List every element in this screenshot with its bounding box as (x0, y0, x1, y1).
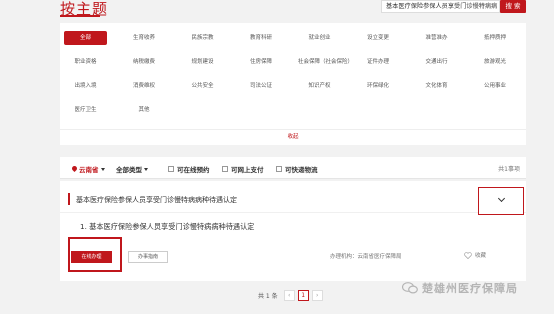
sub-item-title[interactable]: 1. 基本医疗保险参保人员享受门诊慢特病病种待遇认定 (80, 222, 254, 232)
online-booking-checkbox[interactable] (168, 166, 174, 172)
category-button[interactable]: 规划建设 (181, 55, 224, 69)
org-label: 办理机构： (330, 254, 358, 260)
category-button[interactable]: 旅游观光 (473, 55, 517, 69)
online-booking-filter[interactable]: 可在线预约 (168, 164, 210, 174)
category-button[interactable]: 社会保障（社会保险） (298, 55, 353, 69)
category-button[interactable]: 公用事业 (473, 79, 517, 93)
heart-icon (464, 251, 472, 259)
title-underline (60, 15, 100, 17)
watermark: 楚雄州医疗保障局 (402, 280, 518, 296)
result-card: 基本医疗保险参保人员享受门诊慢特病病种待遇认定 1. 基本医疗保险参保人员享受门… (60, 181, 526, 281)
expand-button[interactable] (478, 187, 524, 215)
region-label: 云南省 (79, 166, 99, 174)
filter-bar: 云南省 全部类型 可在线预约 可网上支付 可快递物流 共1事项 (60, 157, 526, 179)
region-selector[interactable]: 云南省 (72, 164, 105, 174)
category-button[interactable]: 证件办理 (356, 55, 400, 69)
category-button[interactable]: 抵押质押 (473, 31, 517, 45)
type-selector[interactable]: 全部类型 (116, 164, 148, 174)
category-button[interactable]: 准营准办 (415, 31, 458, 45)
category-button[interactable]: 出境入境 (64, 79, 107, 93)
category-button[interactable]: 医疗卫生 (64, 103, 107, 117)
wechat-icon (402, 282, 418, 294)
item-title[interactable]: 基本医疗保险参保人员享受门诊慢特病病种待遇认定 (76, 195, 237, 205)
org-value: 云南省医疗保障局 (357, 254, 402, 260)
watermark-text: 楚雄州医疗保障局 (422, 282, 518, 295)
prev-page-button[interactable]: ‹ (283, 289, 295, 301)
search-input[interactable]: 基本医疗保险参保人员享受门诊慢特病病 (381, 0, 500, 13)
pagination-total: 共 1 条 (258, 292, 278, 300)
category-button[interactable]: 消费维权 (122, 79, 166, 93)
search-button[interactable]: 搜 索 (500, 0, 526, 13)
page-button-current[interactable]: 1 (297, 289, 309, 301)
category-button[interactable]: 公共安全 (181, 79, 224, 93)
online-pay-checkbox[interactable] (222, 166, 228, 172)
collapse-link[interactable]: 收起 (60, 129, 526, 143)
favorite-button[interactable]: 收藏 (464, 251, 486, 259)
category-button[interactable]: 职业资格 (64, 55, 107, 69)
result-count: 共1事项 (498, 166, 520, 173)
category-button[interactable]: 生育收养 (122, 31, 166, 45)
type-label: 全部类型 (116, 166, 142, 174)
category-button[interactable]: 交通出行 (415, 55, 458, 69)
express-filter[interactable]: 可快递物流 (276, 164, 318, 174)
location-pin-icon (72, 166, 77, 173)
favorite-label: 收藏 (475, 253, 487, 259)
title-marker (68, 193, 70, 205)
category-button[interactable]: 纳税缴费 (122, 55, 166, 69)
chevron-down-icon (497, 194, 506, 203)
online-pay-label: 可网上支付 (231, 166, 264, 174)
category-button[interactable]: 设立变更 (356, 31, 400, 45)
online-booking-label: 可在线预约 (177, 166, 210, 174)
item-header[interactable]: 基本医疗保险参保人员享受门诊慢特病病种待遇认定 (60, 187, 526, 215)
express-checkbox[interactable] (276, 166, 282, 172)
category-button[interactable]: 司法公证 (239, 79, 283, 93)
pagination: 共 1 条 ‹ 1 › (258, 289, 323, 301)
category-button[interactable]: 教育科研 (239, 31, 283, 45)
category-button[interactable]: 住房保障 (239, 55, 283, 69)
next-page-button[interactable]: › (311, 289, 323, 301)
category-button[interactable]: 环保绿化 (356, 79, 400, 93)
category-button[interactable]: 民族宗教 (181, 31, 224, 45)
online-pay-filter[interactable]: 可网上支付 (222, 164, 264, 174)
guide-button[interactable]: 办事指南 (128, 251, 168, 263)
category-button[interactable]: 文化体育 (415, 79, 458, 93)
category-button[interactable]: 其他 (122, 103, 166, 117)
category-button[interactable]: 全部 (64, 31, 107, 45)
express-label: 可快递物流 (285, 166, 318, 174)
chevron-down-icon (100, 167, 105, 171)
handling-org: 办理机构：云南省医疗保障局 (330, 252, 402, 260)
category-button[interactable]: 知识产权 (298, 79, 341, 93)
online-handle-button[interactable]: 在线办理 (71, 251, 112, 263)
category-button[interactable]: 就业创业 (298, 31, 341, 45)
chevron-down-icon (144, 167, 148, 171)
